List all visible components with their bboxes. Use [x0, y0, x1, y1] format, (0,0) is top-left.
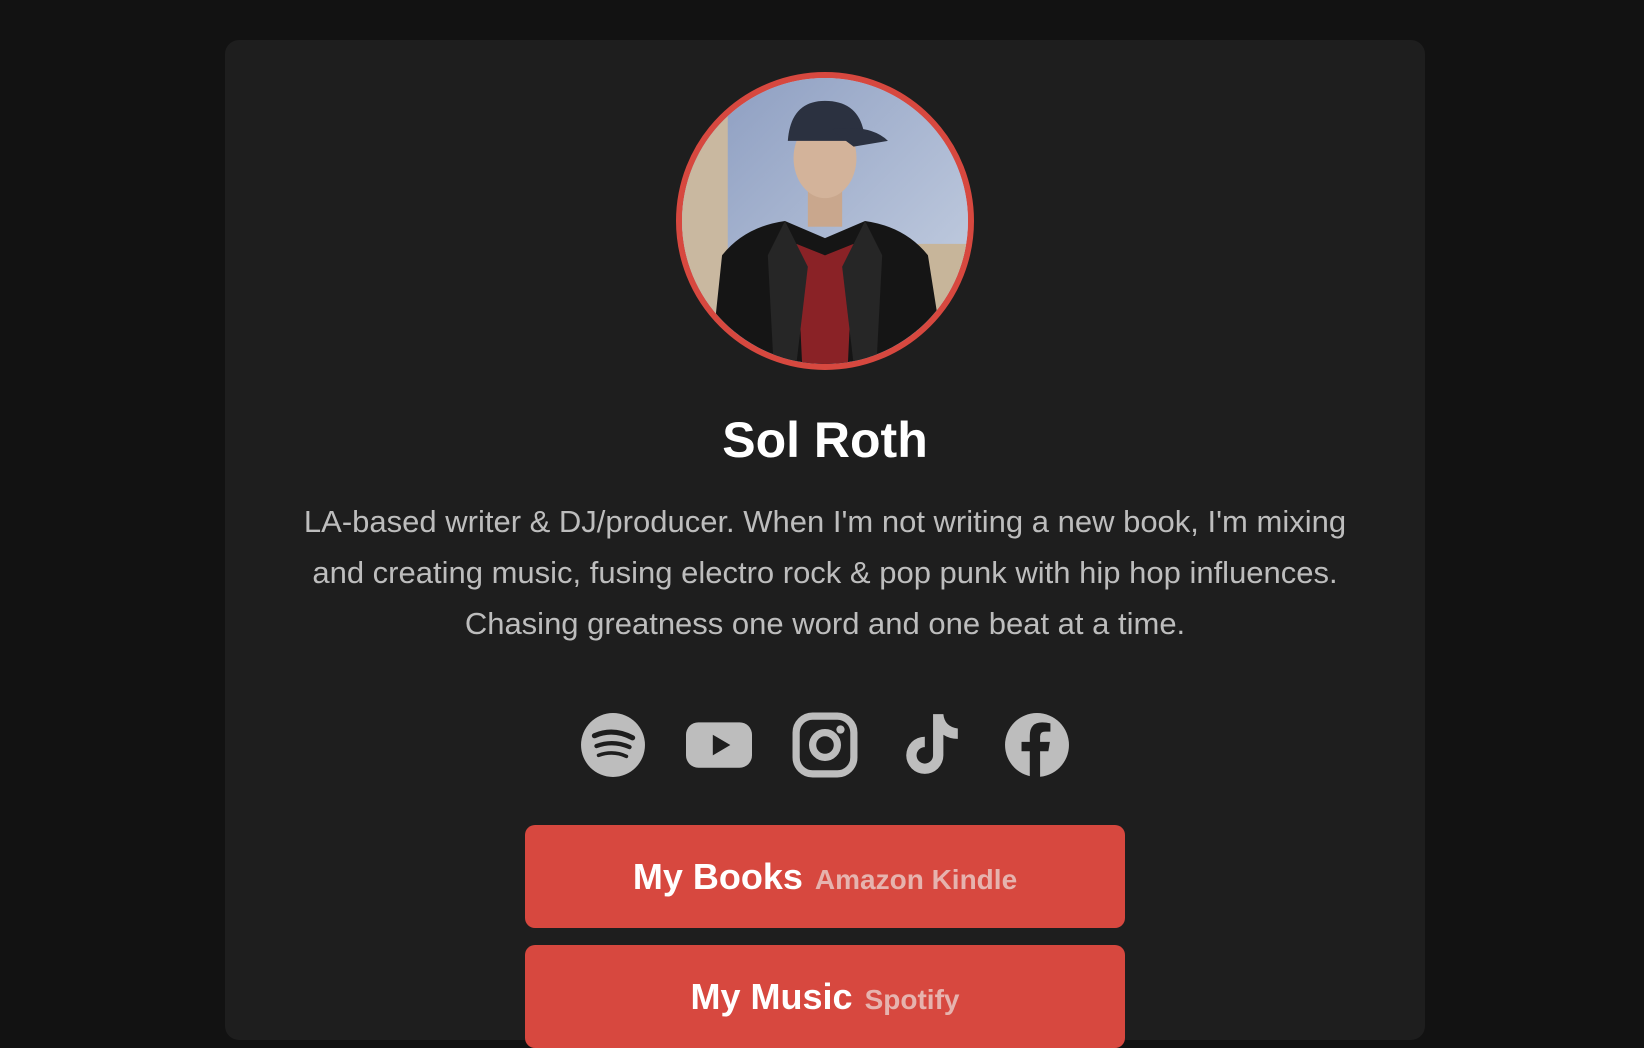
books-link-sublabel: Amazon Kindle [814, 863, 1018, 895]
social-links [225, 712, 1425, 778]
youtube-link[interactable] [686, 712, 752, 778]
facebook-link[interactable] [1004, 712, 1070, 778]
music-link-button[interactable]: My Music Spotify [525, 945, 1125, 1048]
profile-name: Sol Roth [722, 412, 928, 468]
tiktok-icon [906, 714, 958, 774]
music-link-sublabel: Spotify [864, 983, 960, 1015]
facebook-icon [1005, 713, 1069, 777]
books-link-label: My Books [632, 855, 803, 897]
profile-card: Sol Roth LA-based writer & DJ/producer. … [225, 40, 1425, 1048]
youtube-icon [686, 722, 752, 768]
spotify-link[interactable] [580, 712, 646, 778]
music-link-label: My Music [690, 975, 853, 1017]
instagram-icon [792, 712, 858, 778]
books-link-button[interactable]: My Books Amazon Kindle [525, 825, 1125, 928]
instagram-link[interactable] [792, 712, 858, 778]
profile-bio: LA-based writer & DJ/producer. When I'm … [303, 504, 1347, 641]
spotify-icon [581, 713, 645, 777]
tiktok-link[interactable] [898, 712, 964, 778]
profile-photo [682, 78, 968, 364]
avatar [676, 72, 974, 370]
